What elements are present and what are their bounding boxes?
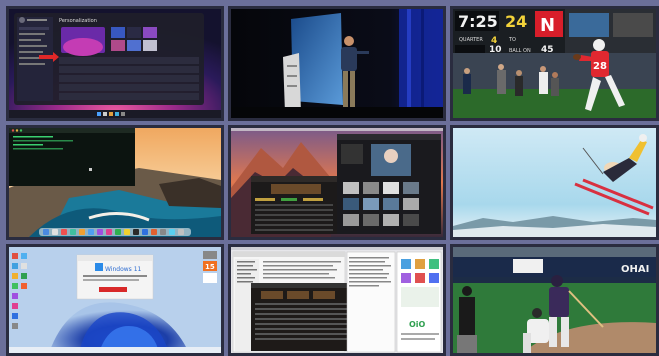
- baseball-play-photo: OHAI: [453, 247, 656, 353]
- win11-bloom-desktop-screenshot: Windows 11 15: [9, 247, 221, 353]
- home-score: 24: [505, 12, 527, 31]
- outfield-wall-banner: OHAI: [621, 264, 649, 275]
- thumbnail-grid: Personalization 7:25 24 N QUARTER 4 TO 1…: [0, 0, 659, 356]
- tile-win11-bloom-desktop[interactable]: Windows 11 15: [6, 244, 224, 356]
- mac-sierra-photos-screenshot: [231, 128, 443, 237]
- game-clock: 7:25: [458, 12, 498, 31]
- oio-logo: OiO: [409, 320, 426, 329]
- tile-presenter-stage[interactable]: [228, 6, 446, 121]
- win11-dialog-title: Windows 11: [105, 266, 142, 273]
- team-logo-letter: N: [540, 15, 555, 36]
- tile-mac-finder-windows[interactable]: OiO: [228, 244, 446, 356]
- timeouts-label: TO: [508, 37, 516, 43]
- ski-jumper-photo: [453, 128, 656, 237]
- mac-finder-windows-screenshot: OiO: [231, 247, 443, 353]
- tile-mac-big-sur-desktop[interactable]: [6, 125, 224, 240]
- tile-mac-sierra-photos[interactable]: [228, 125, 446, 240]
- scoreboard-football-photo: 7:25 24 N QUARTER 4 TO 10 BALL ON 45 28: [453, 9, 656, 118]
- mac-big-sur-desktop-screenshot: [9, 128, 221, 237]
- calendar-badge: 15: [205, 263, 215, 271]
- tile-baseball-play[interactable]: OHAI: [450, 244, 659, 356]
- tile-win11-personalization[interactable]: Personalization: [6, 6, 224, 121]
- tile-ski-jumper[interactable]: [450, 125, 659, 240]
- personalization-title: Personalization: [59, 18, 97, 24]
- player-jersey-number: 28: [593, 61, 607, 72]
- tile-scoreboard-football[interactable]: 7:25 24 N QUARTER 4 TO 10 BALL ON 45 28: [450, 6, 659, 121]
- win11-personalization-screenshot: Personalization: [9, 9, 221, 118]
- presenter-stage-photo: [231, 9, 443, 118]
- quarter-label: QUARTER: [459, 37, 483, 43]
